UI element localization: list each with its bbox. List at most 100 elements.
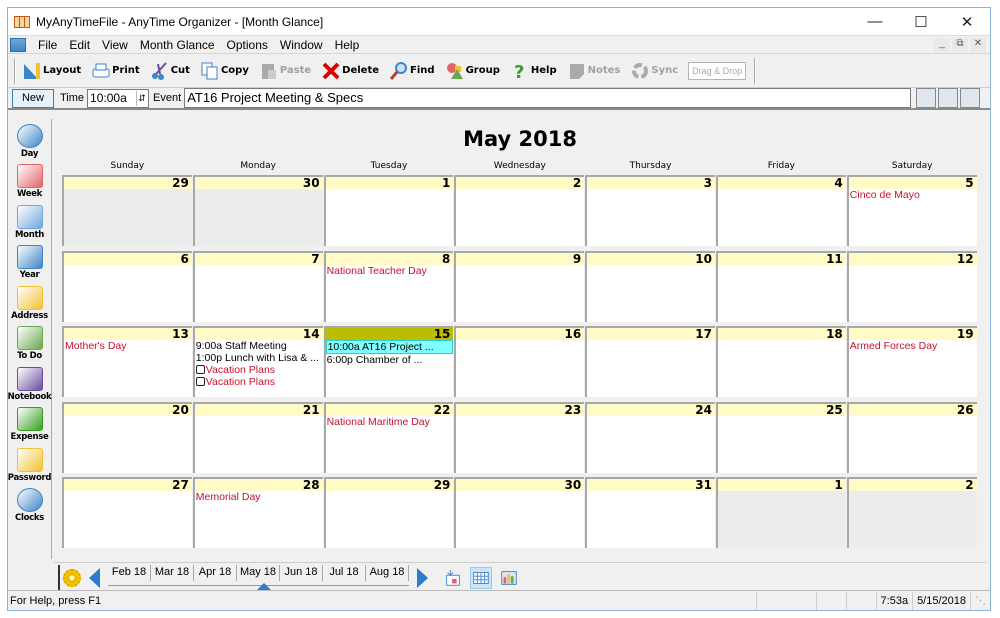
menu-edit[interactable]: Edit (63, 38, 96, 52)
menu-window[interactable]: Window (274, 38, 329, 52)
month-tab-apr-18[interactable]: Apr 18 (194, 564, 237, 581)
day-number[interactable]: 5 (848, 177, 977, 189)
day-number[interactable]: 12 (848, 252, 977, 265)
day-cell-today[interactable]: 15 10:00a AT16 Project ... 6:00p Chamber o… (323, 326, 454, 397)
menu-view[interactable]: View (96, 38, 134, 52)
day-number[interactable]: 30 (456, 479, 585, 491)
day-number[interactable]: 1 (325, 177, 454, 189)
holiday-item[interactable]: National Maritime Day (326, 416, 454, 428)
minimize-button[interactable]: — (852, 13, 898, 31)
day-number[interactable]: 15 (325, 328, 454, 340)
menu-options[interactable]: Options (221, 38, 274, 52)
delete-button[interactable]: Delete (321, 61, 379, 81)
day-cell[interactable]: 12 (846, 250, 977, 322)
todo-checkbox[interactable] (195, 377, 205, 386)
child-minimize-button[interactable]: _ (934, 37, 950, 52)
resize-grip-icon[interactable]: ⋱ (970, 591, 990, 610)
sidebar-item-month[interactable]: Month (8, 200, 51, 241)
day-cell[interactable]: 9 (454, 250, 585, 322)
day-number[interactable]: 25 (717, 403, 846, 416)
todo-item[interactable]: Vacation Plans (195, 364, 323, 376)
holiday-item[interactable]: National Teacher Day (326, 265, 454, 277)
event-field[interactable]: AT16 Project Meeting & Specs (184, 88, 912, 108)
pin-event-icon[interactable] (938, 88, 959, 108)
child-close-button[interactable]: ✕ (970, 37, 986, 52)
layout-button[interactable]: Layout (22, 61, 81, 81)
day-number[interactable]: 1 (717, 479, 846, 491)
sidebar-item-week[interactable]: Week (8, 160, 51, 201)
day-cell[interactable]: 22 National Maritime Day (323, 401, 454, 473)
holiday-item[interactable]: Memorial Day (195, 491, 323, 503)
day-cell[interactable]: 29 (323, 477, 454, 548)
day-cell[interactable]: 14 9:00a Staff Meeting 1:00p Lunch with Li… (192, 326, 323, 397)
day-cell[interactable]: 1 (323, 175, 454, 246)
drag-drop-target[interactable]: Drag & Drop (688, 61, 747, 80)
day-number[interactable]: 6 (64, 252, 192, 265)
day-number[interactable]: 29 (325, 479, 454, 491)
day-number[interactable]: 14 (194, 328, 323, 340)
month-tab-mar-18[interactable]: Mar 18 (151, 564, 194, 581)
holiday-item[interactable]: Mother's Day (64, 340, 192, 352)
month-tab-aug-18[interactable]: Aug 18 (366, 564, 409, 581)
month-view-icon[interactable] (470, 566, 492, 589)
day-number[interactable]: 20 (64, 403, 192, 416)
menu-month-glance[interactable]: Month Glance (134, 38, 221, 52)
day-number[interactable]: 22 (325, 403, 454, 416)
day-number[interactable]: 13 (64, 328, 192, 340)
day-number[interactable]: 11 (717, 252, 846, 265)
day-number[interactable]: 9 (456, 252, 585, 265)
sidebar-item-year[interactable]: Year (8, 241, 51, 282)
day-cell[interactable]: 16 (454, 326, 585, 397)
day-number[interactable]: 23 (456, 403, 585, 416)
day-cell[interactable]: 30 (192, 175, 323, 246)
day-cell[interactable]: 27 (62, 477, 192, 548)
day-cell[interactable]: 10 (585, 250, 715, 322)
goto-date-icon[interactable] (442, 567, 464, 589)
day-cell[interactable]: 18 (715, 326, 846, 397)
day-number[interactable]: 17 (587, 328, 715, 340)
holiday-item[interactable]: Cinco de Mayo (849, 189, 977, 201)
todo-item[interactable]: Vacation Plans (195, 376, 323, 388)
day-cell[interactable]: 2 (846, 477, 977, 548)
maximize-button[interactable]: ☐ (898, 13, 944, 31)
day-number[interactable]: 27 (64, 479, 192, 491)
day-number[interactable]: 7 (194, 252, 323, 265)
day-number[interactable]: 8 (325, 252, 454, 265)
day-cell[interactable]: 3 (585, 175, 715, 246)
day-number[interactable]: 26 (848, 403, 977, 416)
notes-button[interactable]: Notes (567, 61, 620, 81)
day-number[interactable]: 31 (587, 479, 715, 491)
document-icon[interactable] (10, 37, 26, 52)
day-cell[interactable]: 4 (715, 175, 846, 246)
gear-icon[interactable] (63, 568, 81, 587)
sidebar-item-address[interactable]: Address (8, 281, 51, 322)
day-cell[interactable]: 31 (585, 477, 715, 548)
day-cell[interactable]: 7 (192, 250, 323, 322)
sync-button[interactable]: Sync (630, 61, 678, 81)
day-cell[interactable]: 30 (454, 477, 585, 548)
edit-event-icon[interactable] (916, 88, 937, 108)
day-cell[interactable]: 25 (715, 401, 846, 473)
day-cell[interactable]: 20 (62, 401, 192, 473)
day-cell[interactable]: 23 (454, 401, 585, 473)
month-tab-jun-18[interactable]: Jun 18 (280, 564, 323, 581)
month-tab-may-18[interactable]: May 18 (237, 564, 280, 581)
month-tab-jul-18[interactable]: Jul 18 (323, 564, 366, 581)
day-cell[interactable]: 6 (62, 250, 192, 322)
time-spinner[interactable]: ⇵ (136, 90, 147, 106)
day-cell[interactable]: 26 (846, 401, 977, 473)
day-cell[interactable]: 8 National Teacher Day (323, 250, 454, 322)
event-item[interactable]: 1:00p Lunch with Lisa & ... (195, 352, 323, 364)
day-cell[interactable]: 28 Memorial Day (192, 477, 323, 548)
event-item[interactable]: 10:00a AT16 Project ... (325, 340, 454, 354)
day-cell[interactable]: 19 Armed Forces Day (846, 326, 977, 397)
day-cell[interactable]: 11 (715, 250, 846, 322)
child-restore-button[interactable]: ⧉ (952, 37, 968, 52)
money-event-icon[interactable] (960, 88, 981, 108)
day-cell[interactable]: 5 Cinco de Mayo (846, 175, 977, 246)
print-button[interactable]: Print (91, 61, 140, 81)
day-number[interactable]: 21 (194, 403, 323, 416)
sidebar-item-to-do[interactable]: To Do (8, 322, 51, 363)
event-item[interactable]: 6:00p Chamber of ... (326, 354, 454, 366)
day-cell[interactable]: 24 (585, 401, 715, 473)
